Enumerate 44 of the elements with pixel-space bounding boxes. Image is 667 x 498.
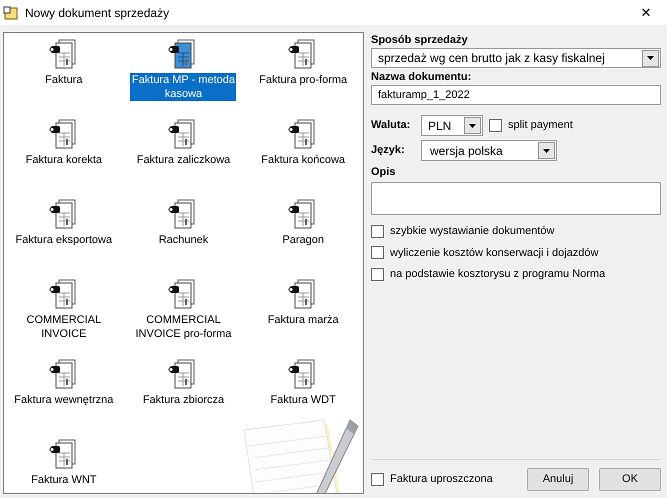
language-dropdown[interactable]: wersja polska xyxy=(421,140,557,161)
document-type-item[interactable]: COMMERCIAL INVOICE pro-forma xyxy=(130,313,236,341)
document-type-item[interactable]: Rachunek xyxy=(158,233,210,247)
dialog-button[interactable]: OK xyxy=(599,468,661,491)
checkbox-label: split payment xyxy=(508,118,573,134)
field-label: Nazwa dokumentu: xyxy=(371,70,472,85)
field-label: Sposób sprzedaży xyxy=(371,33,469,48)
document-type-item[interactable]: Faktura xyxy=(44,73,84,87)
document-type-item[interactable]: Faktura MP - metoda kasowa xyxy=(130,73,236,101)
checkbox-label: szybkie wystawianie dokumentów xyxy=(390,224,554,239)
document-type-item[interactable]: Faktura WNT xyxy=(30,473,98,487)
document-type-item[interactable]: Faktura wewnętrzna xyxy=(13,393,114,407)
document-type-item[interactable]: Faktura WDT xyxy=(269,393,337,407)
app-icon xyxy=(3,4,19,20)
checkbox-label: Faktura uproszczona xyxy=(390,472,494,488)
dropdown-caret-icon[interactable] xyxy=(642,50,659,66)
document-type-item[interactable]: COMMERCIAL INVOICE xyxy=(10,313,117,341)
field-label: Język: xyxy=(371,143,406,158)
document-type-item[interactable]: Faktura pro-forma xyxy=(258,73,348,87)
document-type-item[interactable]: Paragon xyxy=(281,233,325,247)
document-name-field[interactable]: fakturamp_1_2022 xyxy=(371,85,661,105)
checkbox[interactable] xyxy=(371,473,384,486)
currency-dropdown[interactable]: PLN xyxy=(421,115,483,136)
field-label: Opis xyxy=(371,165,396,180)
checkbox[interactable] xyxy=(489,119,502,132)
dialog-button[interactable]: Anuluj xyxy=(527,468,589,491)
document-type-item[interactable]: Faktura końcowa xyxy=(260,153,346,167)
checkbox[interactable] xyxy=(371,268,384,281)
checkbox-label: wyliczenie kosztów konserwacji i dojazdów xyxy=(390,246,598,260)
document-type-item[interactable]: Faktura eksportowa xyxy=(14,233,114,247)
sales-method-dropdown[interactable]: sprzedaż wg cen brutto jak z kasy fiskalnej xyxy=(371,48,661,68)
document-type-item[interactable]: Faktura zaliczkowa xyxy=(136,153,232,167)
document-type-item[interactable]: Faktura zbiorcza xyxy=(142,393,226,407)
description-field[interactable] xyxy=(371,182,661,215)
window-title: Nowy dokument sprzedaży xyxy=(25,4,170,22)
dropdown-caret-icon[interactable] xyxy=(538,142,555,159)
document-type-item[interactable]: Faktura marża xyxy=(266,313,340,327)
close-button[interactable]: ✕ xyxy=(632,2,660,22)
checkbox[interactable] xyxy=(371,246,384,260)
document-type-item[interactable]: Faktura korekta xyxy=(24,153,104,167)
checkbox-label: na podstawie kosztorysu z programu Norma xyxy=(390,267,606,282)
dropdown-caret-icon[interactable] xyxy=(464,117,481,134)
field-label: Waluta: xyxy=(371,118,412,134)
checkbox[interactable] xyxy=(371,224,384,238)
